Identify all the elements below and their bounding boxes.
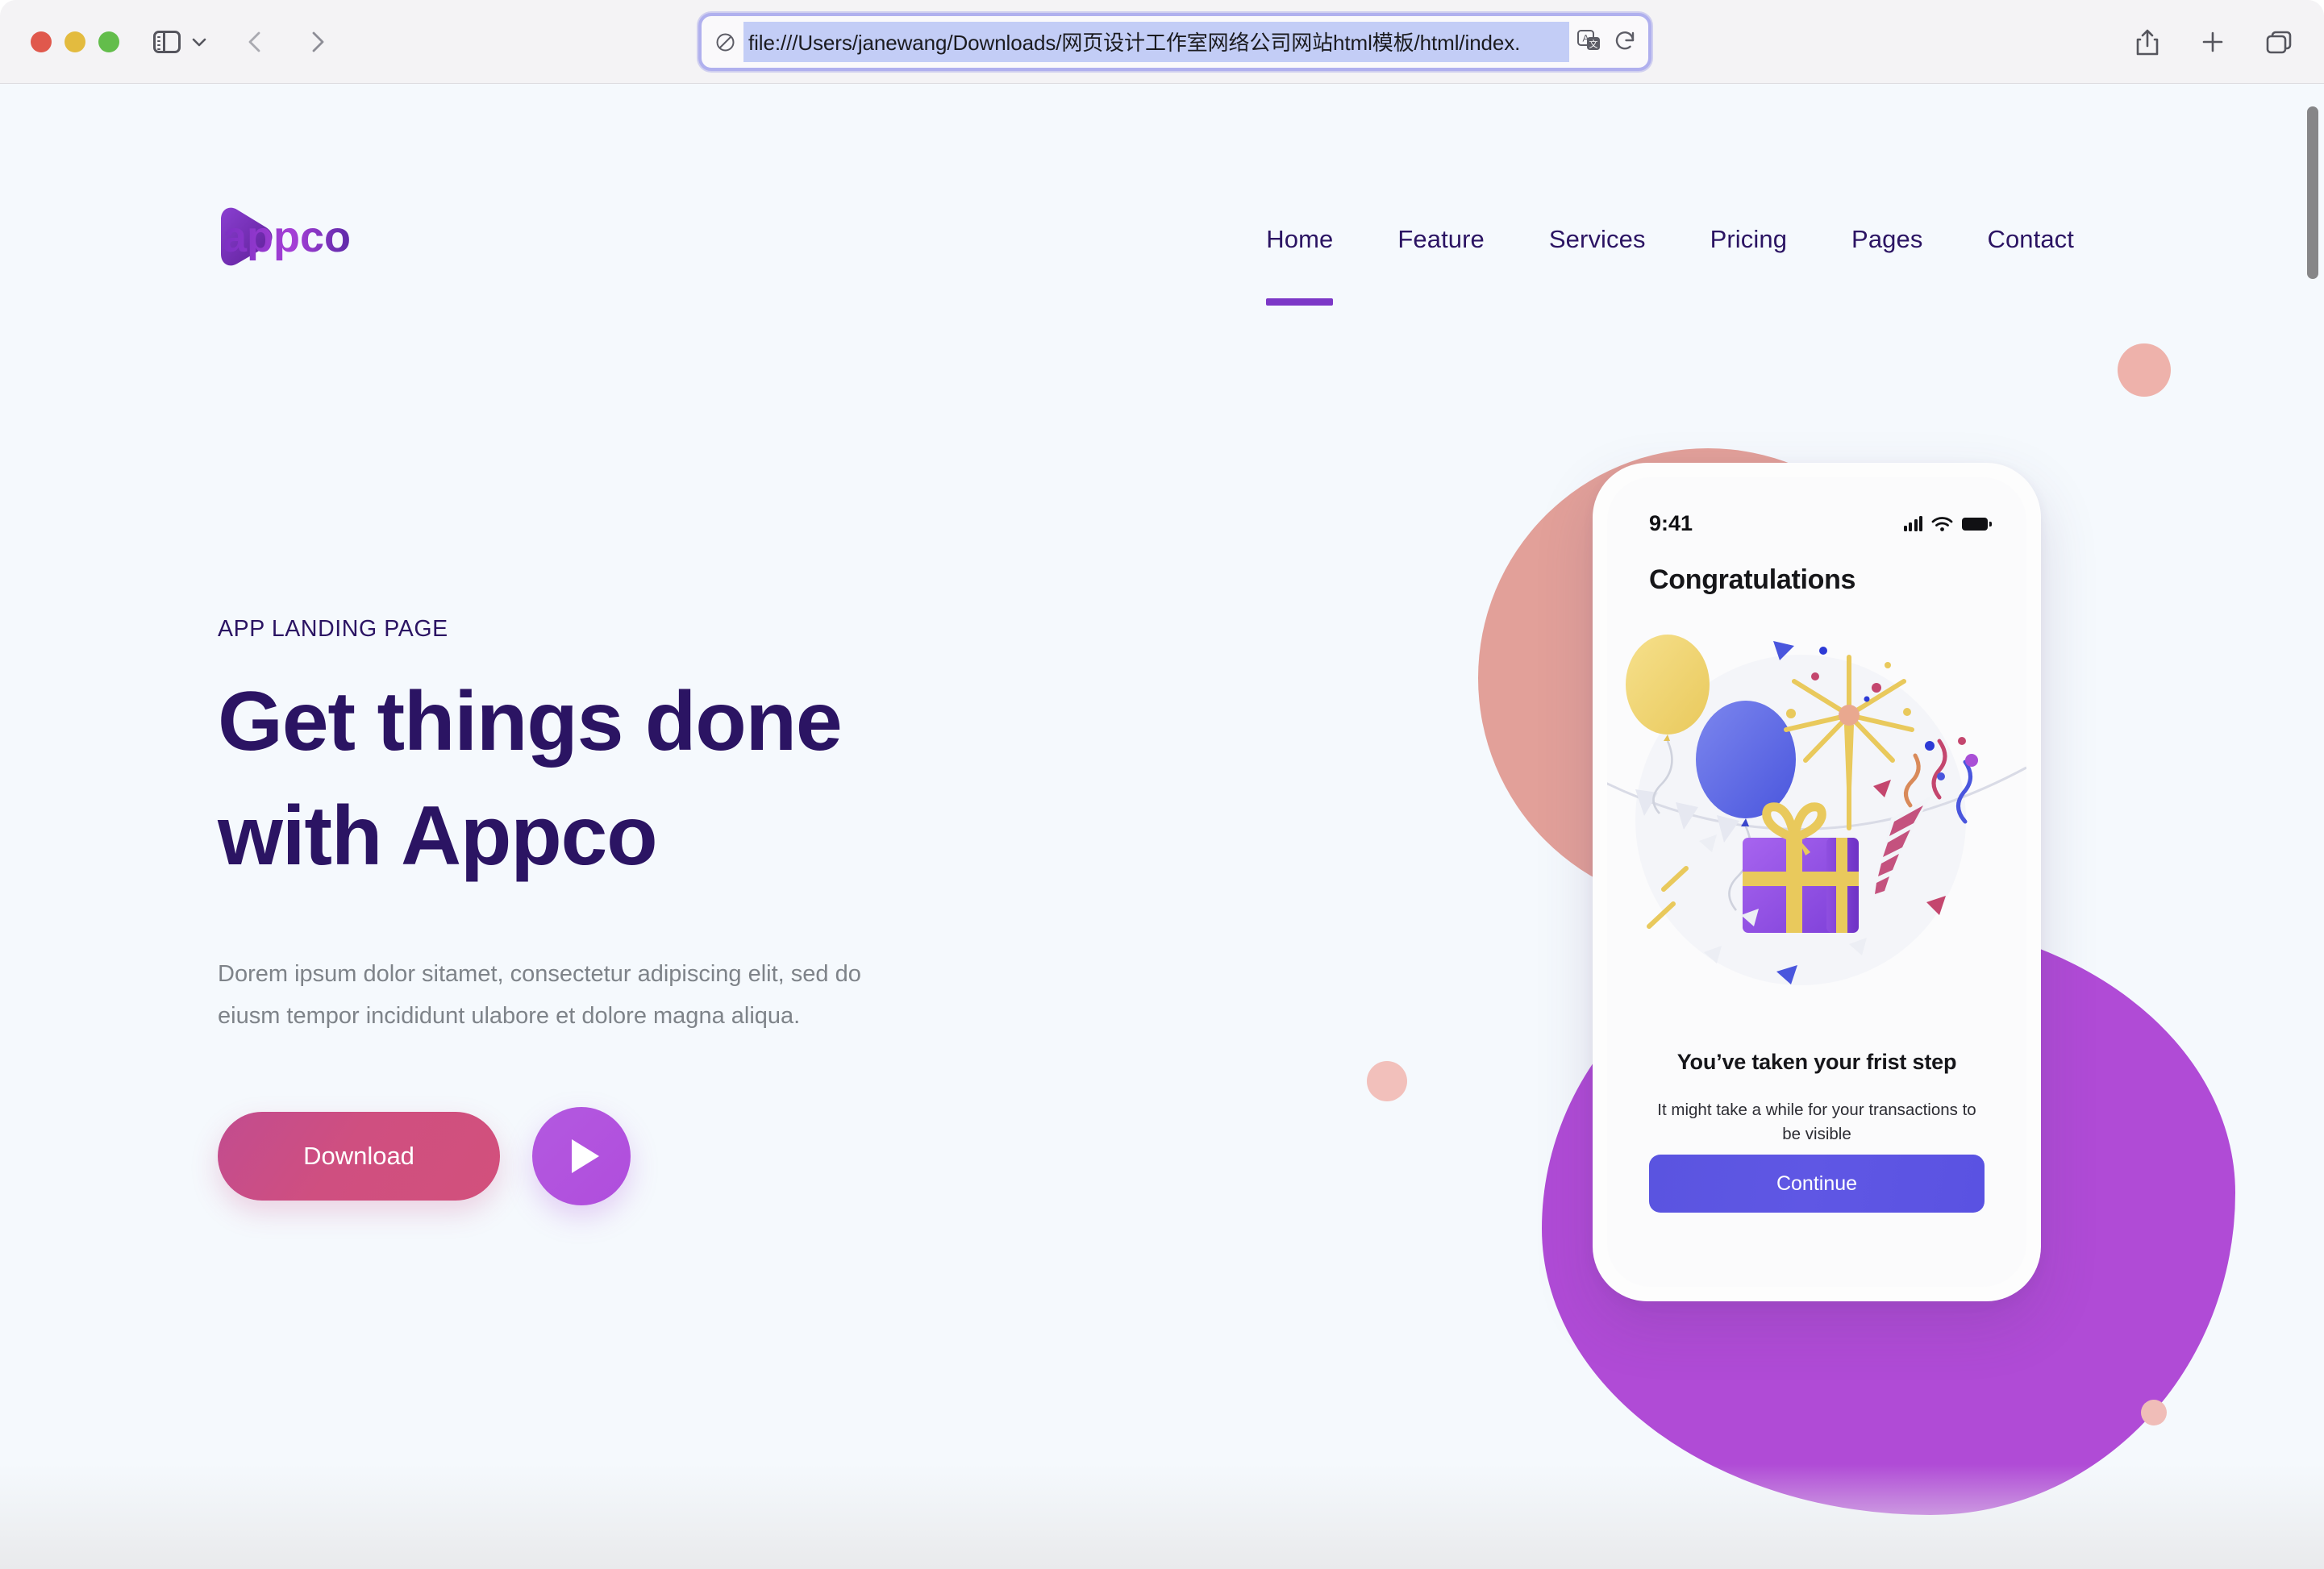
hero-title-line-1: Get things done xyxy=(218,675,843,768)
hero-title-line-2: with Appco xyxy=(218,789,658,883)
pink-circle-small-decoration xyxy=(2141,1400,2167,1425)
play-icon xyxy=(572,1138,599,1173)
signal-bars-icon xyxy=(1903,516,1922,531)
sidebar-toggle-button[interactable] xyxy=(153,30,181,53)
new-tab-button[interactable] xyxy=(2200,29,2226,55)
svg-text:文: 文 xyxy=(1589,38,1598,49)
chevron-down-icon xyxy=(192,38,206,46)
phone-screen: 9:41 Congratulations You’ve taken your f… xyxy=(1607,477,2026,1287)
logo-wordmark: appco xyxy=(223,213,351,261)
url-input[interactable]: file:///Users/janewang/Downloads/网页设计工作室… xyxy=(743,22,1569,62)
pink-circle-large-decoration xyxy=(2118,343,2171,397)
phone-status-bar: 9:41 xyxy=(1649,511,1992,536)
close-button[interactable] xyxy=(31,31,52,52)
download-button[interactable]: Download xyxy=(218,1111,500,1201)
wifi-icon xyxy=(1931,516,1953,531)
scrollbar-thumb[interactable] xyxy=(2307,106,2318,279)
toolbar-right-actions xyxy=(2134,0,2293,84)
hero-eyebrow: APP LANDING PAGE xyxy=(218,616,448,642)
plus-icon xyxy=(2202,31,2223,52)
phone-subheading: You’ve taken your frist step xyxy=(1676,1050,1957,1074)
tabs-icon xyxy=(2266,31,2292,54)
shield-slash-icon xyxy=(714,31,736,53)
back-button[interactable] xyxy=(242,28,269,56)
share-icon xyxy=(2136,29,2159,56)
page-scrollbar[interactable] xyxy=(2300,84,2324,1569)
continue-button[interactable]: Continue xyxy=(1649,1155,1985,1213)
status-time: 9:41 xyxy=(1649,511,1693,535)
chevron-left-icon xyxy=(248,31,260,52)
status-icons xyxy=(1903,516,1992,532)
pink-circle-medium-decoration xyxy=(1367,1061,1407,1101)
browser-window: file:///Users/janewang/Downloads/网页设计工作室… xyxy=(0,0,2324,1569)
sidebar-icon xyxy=(153,30,181,53)
phone-mockup: 9:41 Congratulations You’ve taken your f… xyxy=(1593,463,2041,1301)
share-button[interactable] xyxy=(2134,27,2161,56)
hero-actions: Download xyxy=(218,1106,1105,1205)
maximize-button[interactable] xyxy=(98,31,119,52)
window-controls xyxy=(31,31,119,52)
minimize-button[interactable] xyxy=(65,31,85,52)
phone-body-text: It might take a while for your transacti… xyxy=(1657,1101,1976,1143)
page-viewport: appco Home Feature Services Pricing Page… xyxy=(0,84,2324,1569)
appco-logo-icon: appco xyxy=(221,207,351,266)
phone-heading: Congratulations xyxy=(1649,564,1856,595)
page-bottom-fade xyxy=(0,1464,2324,1569)
reload-icon[interactable] xyxy=(1613,28,1637,56)
browser-toolbar: file:///Users/janewang/Downloads/网页设计工作室… xyxy=(0,0,2324,84)
address-bar-container: file:///Users/janewang/Downloads/网页设计工作室… xyxy=(698,13,1651,71)
battery-icon xyxy=(1962,517,1992,531)
appco-logo[interactable]: appco xyxy=(218,205,383,268)
hero-visual: 9:41 Congratulations You’ve taken your f… xyxy=(1193,84,2324,1569)
translate-icon[interactable]: A 文 xyxy=(1577,29,1601,56)
celebration-illustration xyxy=(1607,618,2026,1013)
sidebar-options-button[interactable] xyxy=(189,31,210,52)
hero-content: APP LANDING PAGE Get things done with Ap… xyxy=(218,616,1105,1205)
chevron-right-icon xyxy=(312,31,324,52)
play-video-button[interactable] xyxy=(532,1106,631,1205)
hero-title: Get things done with Appco xyxy=(218,680,1105,878)
hero-paragraph: Dorem ipsum dolor sitamet, consectetur a… xyxy=(218,961,861,1029)
address-bar[interactable]: file:///Users/janewang/Downloads/网页设计工作室… xyxy=(698,13,1651,71)
tabs-overview-button[interactable] xyxy=(2264,29,2293,55)
forward-button[interactable] xyxy=(303,28,331,56)
